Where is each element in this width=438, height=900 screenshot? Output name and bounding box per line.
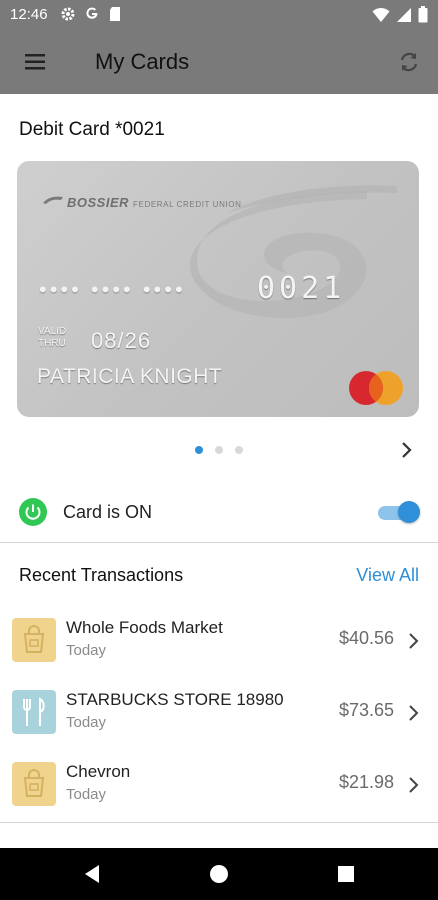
power-icon	[19, 498, 47, 526]
card-last4: 0021	[257, 271, 346, 306]
card-expiry: 08/26	[91, 328, 152, 353]
view-all-link[interactable]: View All	[356, 565, 419, 586]
valid-label: VALID	[38, 326, 67, 337]
debit-card[interactable]: BOSSIER FEDERAL CREDIT UNION •••• •••• •…	[17, 161, 419, 417]
transaction-amount: $73.65	[338, 700, 394, 720]
pager-dot[interactable]	[215, 446, 223, 454]
pager-dot-active[interactable]	[195, 446, 203, 454]
wifi-icon	[372, 7, 390, 22]
status-left-icons	[60, 6, 122, 22]
issuer-logo-mark	[43, 196, 63, 204]
transaction-merchant: Whole Foods Market	[66, 618, 223, 637]
power-symbol-icon	[25, 504, 41, 520]
fork-knife-glyph	[23, 697, 45, 726]
transaction-date: Today	[66, 786, 107, 803]
app-bar: My Cards	[0, 30, 438, 94]
transaction-amount: $40.56	[338, 628, 394, 648]
shopping-bag-icon	[12, 762, 56, 806]
transaction-row[interactable]: STARBUCKS STORE 18980 Today $73.65	[0, 682, 438, 746]
chevron-right-icon	[409, 633, 419, 649]
status-bar: 12:46	[0, 0, 438, 30]
signal-icon	[397, 7, 411, 22]
transaction-row[interactable]: Chevron Today $21.98	[0, 754, 438, 818]
transaction-row[interactable]: Whole Foods Market Today $40.56	[0, 610, 438, 674]
thru-label: THRU	[38, 338, 66, 349]
shopping-bag-glyph	[23, 769, 45, 797]
transaction-date: Today	[66, 714, 107, 731]
google-icon	[86, 7, 98, 19]
divider	[0, 542, 438, 543]
chevron-right-icon[interactable]	[398, 440, 416, 460]
divider	[0, 822, 438, 823]
transaction-amount: $21.98	[338, 772, 394, 792]
gear-icon	[61, 7, 75, 21]
transactions-heading: Recent Transactions	[19, 565, 184, 585]
home-icon[interactable]	[207, 862, 231, 886]
refresh-icon[interactable]	[396, 49, 422, 75]
transaction-date: Today	[66, 642, 107, 659]
pager-dot[interactable]	[235, 446, 243, 454]
issuer-logo: BOSSIER FEDERAL CREDIT UNION	[43, 195, 241, 210]
card-status-label: Card is ON	[63, 502, 153, 522]
issuer-name: BOSSIER	[67, 195, 130, 210]
sd-card-icon	[110, 7, 120, 21]
card-pager	[195, 446, 243, 454]
battery-icon	[418, 6, 428, 23]
shopping-bag-glyph	[23, 625, 45, 653]
page-title: My Cards	[95, 49, 190, 74]
chevron-right-icon	[409, 705, 419, 721]
status-right-icons	[372, 6, 428, 23]
fork-knife-icon	[12, 690, 56, 734]
card-masked-number: •••• •••• ••••	[39, 277, 186, 302]
chevron-right-icon	[409, 777, 419, 793]
issuer-subtitle: FEDERAL CREDIT UNION	[133, 200, 242, 209]
back-icon[interactable]	[80, 862, 104, 886]
mastercard-icon	[349, 371, 403, 405]
shopping-bag-icon	[12, 618, 56, 662]
card-title: Debit Card *0021	[19, 119, 165, 140]
transaction-merchant: STARBUCKS STORE 18980	[66, 690, 284, 709]
status-time: 12:46	[10, 6, 48, 23]
recents-icon[interactable]	[334, 862, 358, 886]
hamburger-icon[interactable]	[22, 49, 50, 75]
toggle-knob	[398, 501, 420, 523]
card-on-toggle[interactable]	[376, 501, 420, 523]
system-nav-bar	[0, 848, 438, 900]
card-holder-name: PATRICIA KNIGHT	[37, 365, 223, 388]
valid-thru-label: VALID THRU	[38, 326, 78, 350]
transaction-merchant: Chevron	[66, 762, 131, 781]
